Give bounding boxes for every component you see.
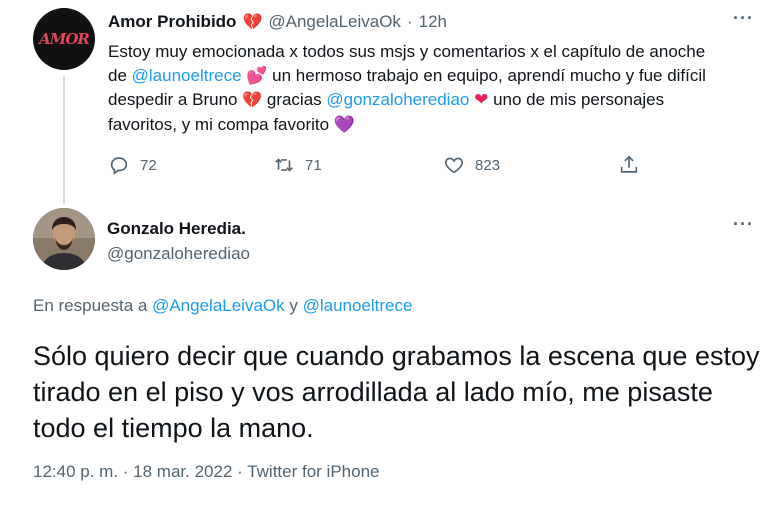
reply-icon [110,157,128,175]
avatar-photo [33,208,95,270]
mention-launoeltrece[interactable]: @launoeltrece [132,66,242,85]
mention-launoeltrece[interactable]: @launoeltrece [303,296,413,315]
like-count: 823 [475,156,501,174]
reply-prefix: En respuesta a [33,296,153,315]
reply-context: En respuesta a @AngelaLeivaOk y @launoel… [33,296,412,316]
reply-and: y [284,296,303,315]
heart-icon: ❤ [474,90,489,109]
broken-heart-icon: 💔 [242,92,263,109]
broken-heart-icon: 💔 [242,14,263,31]
heart-icon: 💕 [246,66,268,85]
share-icon [620,155,638,173]
avatar-logo-text: AMOR [39,30,90,48]
tweet1-separator: · [406,12,413,31]
tweet1-text-part: gracias [266,90,327,109]
reply-button[interactable]: 72 [108,154,273,176]
like-button[interactable]: 823 [443,154,618,176]
tweet2-display-name[interactable]: Gonzalo Heredia. [107,219,246,239]
thread-line [63,76,65,204]
purple-heart-icon: 💜 [333,115,355,134]
like-icon [444,157,464,174]
tweet1-actions: 72 71 823 [108,154,668,176]
tweet2-handle[interactable]: @gonzaloherediao [107,244,250,264]
tweet2-text: Sólo quiero decir que cuando grabamos la… [33,341,760,443]
retweet-icon [275,158,293,172]
more-icon[interactable]: ··· [733,214,754,235]
share-button[interactable] [618,154,640,176]
mention-gonzaloherediao[interactable]: @gonzaloherediao [326,90,469,109]
tweet1-display-name[interactable]: Amor Prohibido [108,12,236,32]
tweet1-time[interactable]: 12h [419,12,447,32]
avatar-amor-prohibido[interactable]: AMOR [33,8,95,70]
tweet2-timestamp[interactable]: 12:40 p. m. · 18 mar. 2022 · Twitter for… [33,462,379,482]
retweet-button[interactable]: 71 [273,154,443,176]
tweet1-handle[interactable]: @AngelaLeivaOk [268,12,401,32]
tweet1-text: Estoy muy emocionada x todos sus msjs y … [108,40,718,137]
more-icon[interactable]: ··· [733,8,754,29]
tweet1-header: Amor Prohibido 💔 @AngelaLeivaOk · 12h [108,12,447,32]
avatar-gonzalo-heredia[interactable] [33,208,95,270]
retweet-count: 71 [305,156,322,174]
reply-count: 72 [140,156,157,174]
mention-angelaleivaok[interactable]: @AngelaLeivaOk [152,296,285,315]
